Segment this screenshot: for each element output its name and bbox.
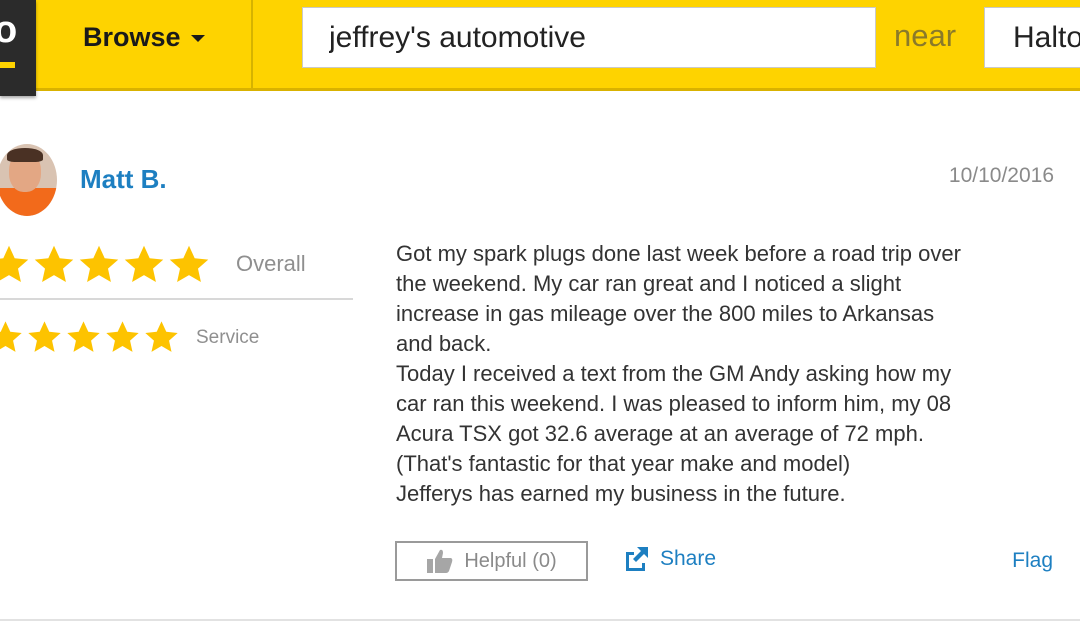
- flag-link[interactable]: Flag: [1012, 549, 1053, 573]
- star-icon: [106, 321, 139, 352]
- top-header: o Browse near: [0, 0, 1080, 96]
- star-icon: [67, 321, 100, 352]
- review-line: the weekend. My car ran great and I noti…: [396, 271, 902, 296]
- star-icon: [169, 245, 209, 283]
- page: o Browse near Matt B. 10/10/2016 Overall…: [0, 0, 1080, 622]
- thumbs-up-icon: [427, 549, 453, 573]
- external-share-icon: [626, 547, 648, 571]
- share-button[interactable]: Share: [622, 545, 716, 573]
- review-text: Got my spark plugs done last week before…: [396, 239, 1056, 509]
- reviewer-name-link[interactable]: Matt B.: [80, 164, 167, 195]
- review-line: increase in gas mileage over the 800 mil…: [396, 301, 935, 326]
- review-date: 10/10/2016: [948, 164, 1054, 187]
- logo-glyph: o: [0, 9, 18, 51]
- logo-accent-bar: [0, 62, 15, 68]
- star-icon: [79, 245, 119, 283]
- chevron-down-icon: [190, 35, 205, 42]
- search-input[interactable]: [302, 7, 876, 68]
- helpful-button[interactable]: Helpful (0): [395, 541, 588, 581]
- browse-menu-button[interactable]: Browse: [83, 18, 205, 56]
- service-star-rating: [0, 319, 182, 356]
- star-icon: [0, 245, 29, 283]
- review-line: Jefferys has earned my business in the f…: [396, 481, 846, 506]
- near-label: near: [894, 18, 957, 53]
- overall-star-rating: [0, 243, 212, 287]
- star-icon: [34, 245, 74, 283]
- review-line: Today I received a text from the GM Andy…: [396, 361, 952, 386]
- avatar[interactable]: [0, 144, 57, 216]
- location-input[interactable]: [984, 7, 1080, 68]
- review-line: and back.: [396, 331, 492, 356]
- star-icon: [145, 321, 178, 352]
- star-icon: [28, 321, 61, 352]
- site-logo[interactable]: o: [0, 0, 36, 96]
- avatar-hair: [7, 148, 43, 162]
- rating-divider: [0, 298, 353, 300]
- header-divider: [251, 0, 253, 88]
- helpful-label: Helpful (0): [464, 549, 557, 572]
- overall-rating-label: Overall: [236, 251, 306, 276]
- share-label: Share: [660, 547, 717, 570]
- service-rating-label: Service: [196, 327, 260, 348]
- browse-label: Browse: [83, 21, 181, 52]
- review-line: Acura TSX got 32.6 average at an average…: [396, 421, 924, 446]
- avatar-shirt: [0, 188, 57, 216]
- star-icon: [124, 245, 164, 283]
- review-bottom-divider: [0, 619, 1080, 621]
- review-line: car ran this weekend. I was pleased to i…: [396, 391, 952, 416]
- star-icon: [0, 321, 22, 352]
- review-line: (That's fantastic for that year make and…: [396, 451, 851, 476]
- review-line: Got my spark plugs done last week before…: [396, 241, 961, 266]
